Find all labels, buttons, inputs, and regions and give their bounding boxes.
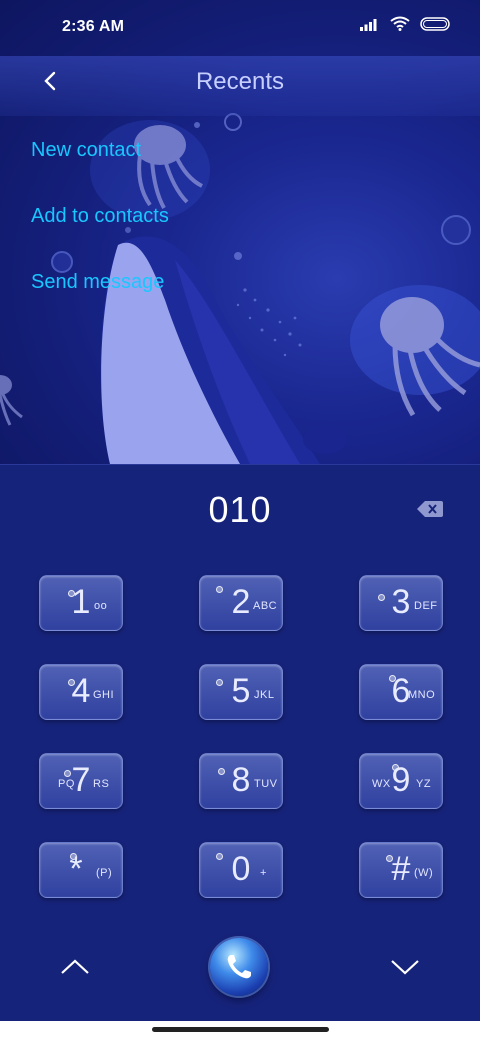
key-letters: (P) xyxy=(96,867,113,879)
call-button[interactable] xyxy=(210,938,268,996)
key-digit: 1 xyxy=(71,583,91,621)
key-5[interactable]: 5 JKL xyxy=(199,664,283,720)
key-7[interactable]: PQ 7 RS xyxy=(39,753,123,809)
key-0[interactable]: 0 + xyxy=(199,842,283,898)
send-message-link[interactable]: Send message xyxy=(31,268,169,334)
key-letters: ABC xyxy=(253,600,278,612)
add-to-contacts-link[interactable]: Add to contacts xyxy=(31,202,169,268)
chevron-up-icon xyxy=(61,959,89,974)
wifi-icon xyxy=(390,16,410,36)
key-letters: MNO xyxy=(408,689,436,701)
expand-button[interactable] xyxy=(389,956,421,978)
key-4[interactable]: 4 GHI xyxy=(39,664,123,720)
phone-icon xyxy=(227,955,251,979)
key-letters: (W) xyxy=(414,867,434,879)
key-letters: GHI xyxy=(93,689,115,701)
signal-icon xyxy=(360,17,380,36)
battery-icon xyxy=(420,16,450,36)
status-icons xyxy=(360,16,450,36)
key-digit: 7 xyxy=(71,761,91,799)
home-indicator[interactable] xyxy=(152,1027,329,1032)
key-letters: DEF xyxy=(414,600,438,612)
key-letters: JKL xyxy=(254,689,275,701)
key-letters: oo xyxy=(94,600,108,612)
key-8[interactable]: 8 TUV xyxy=(199,753,283,809)
key-1[interactable]: 1 oo xyxy=(39,575,123,631)
page-title: Recents xyxy=(195,68,285,95)
key-hash[interactable]: # (W) xyxy=(359,842,443,898)
new-contact-link[interactable]: New contact xyxy=(31,136,169,202)
key-star[interactable]: * (P) xyxy=(39,842,123,898)
key-2[interactable]: 2 ABC xyxy=(199,575,283,631)
key-digit: 0 xyxy=(231,850,251,888)
status-bar: 2:36 AM xyxy=(0,0,480,56)
key-6[interactable]: 6 MNO xyxy=(359,664,443,720)
key-letters: RS xyxy=(93,778,110,790)
dialed-number: 010 xyxy=(208,489,272,530)
backspace-icon xyxy=(417,501,443,517)
backspace-button[interactable] xyxy=(416,499,444,519)
key-letters: TUV xyxy=(254,778,278,790)
ocean-background: 2:36 AM Recents New contact Add to conta… xyxy=(0,0,480,464)
status-time: 2:36 AM xyxy=(62,18,125,35)
chevron-down-icon xyxy=(391,960,419,975)
key-3[interactable]: 3 DEF xyxy=(359,575,443,631)
collapse-keypad-button[interactable] xyxy=(59,956,91,978)
key-letters: + xyxy=(260,867,267,879)
key-9[interactable]: WX 9 YZ xyxy=(359,753,443,809)
action-menu: New contact Add to contacts Send message xyxy=(31,136,169,334)
number-display: 010 xyxy=(0,464,480,552)
key-letters: YZ xyxy=(416,778,432,790)
